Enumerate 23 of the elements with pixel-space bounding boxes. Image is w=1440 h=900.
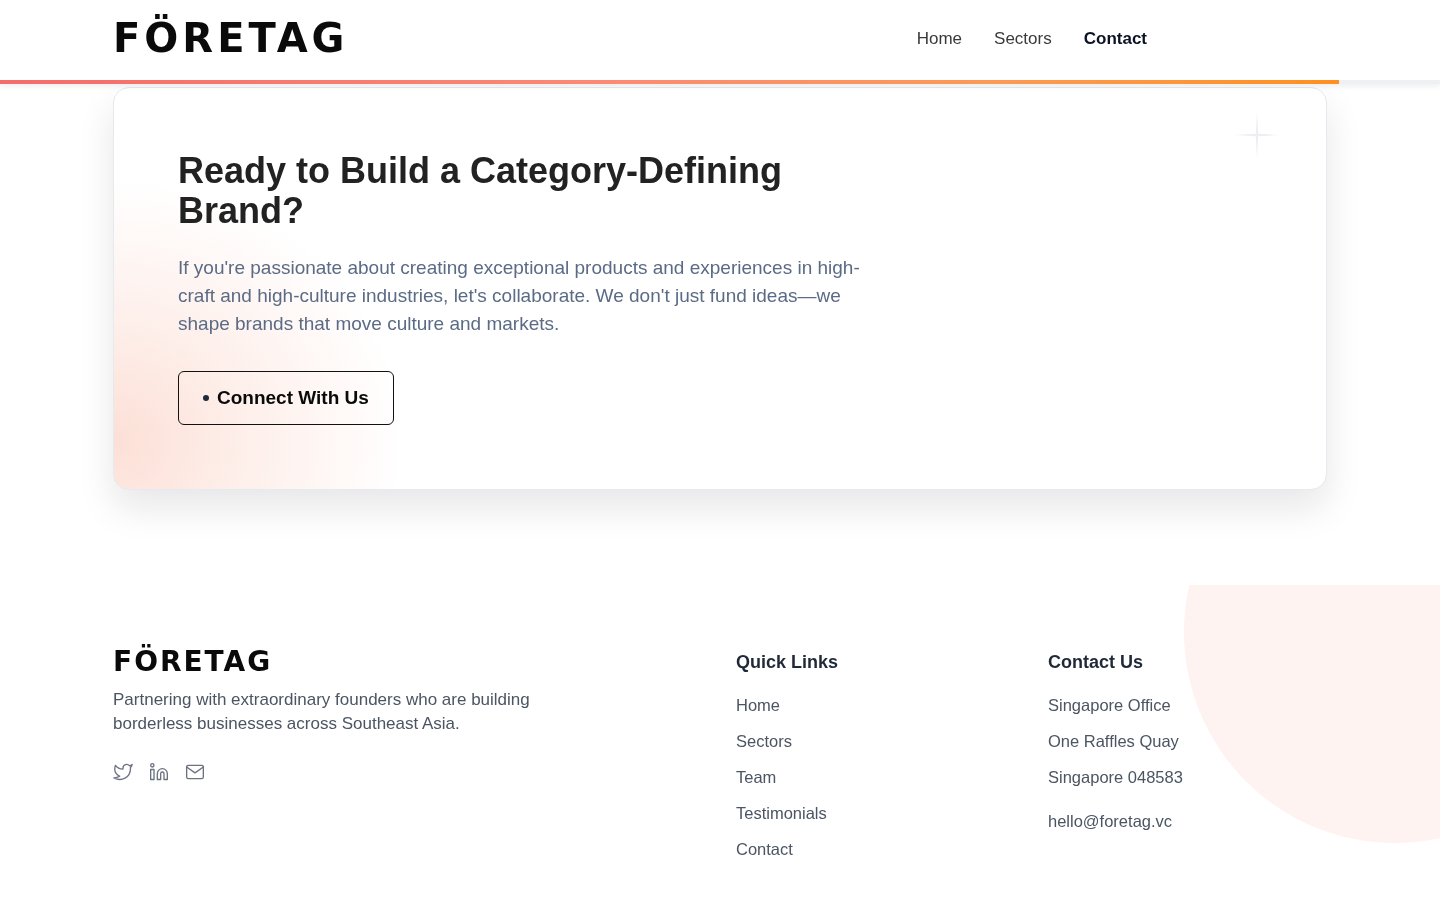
footer-link[interactable]: Contact: [736, 837, 1048, 861]
footer-link[interactable]: Testimonials: [736, 801, 1048, 825]
nav-link[interactable]: Home: [916, 29, 963, 49]
bird-icon[interactable]: [113, 762, 133, 783]
column-heading: Quick Links: [736, 651, 840, 674]
email-link[interactable]: hello@foretag.vc: [1048, 809, 1327, 833]
footer-logo[interactable]: FÖRETAG: [113, 644, 273, 681]
address-line: Singapore Office: [1048, 695, 1172, 716]
footer-link[interactable]: Sectors: [736, 729, 1048, 753]
bullet-icon: [203, 395, 209, 401]
linkedin-icon[interactable]: [149, 762, 169, 783]
nav-link[interactable]: Sectors: [994, 29, 1052, 49]
address-line: One Raffles Quay: [1048, 731, 1180, 752]
footer-tagline: Partnering with extraordinary founders who are building borderless businesses across Southeast Asia.: [113, 689, 531, 736]
address-line: Singapore 048583: [1048, 767, 1184, 788]
nav-link[interactable]: Contact: [1083, 29, 1147, 49]
footer-link[interactable]: Team: [736, 765, 1048, 789]
connect-button[interactable]: Connect With Us: [178, 371, 394, 425]
cta-text: If you're passionate about creating exceptional products and experiences in high-craft and high-culture industries, let's collaborate. We don't just fund ideas—we shape brands that move culture and markets.: [178, 256, 861, 336]
logo[interactable]: FÖRETAG: [113, 12, 349, 64]
footer-link[interactable]: Home: [736, 693, 1048, 717]
column-heading: Contact Us: [1048, 651, 1144, 674]
cta-title: Ready to Build a Category-Defining Brand?: [178, 151, 784, 231]
